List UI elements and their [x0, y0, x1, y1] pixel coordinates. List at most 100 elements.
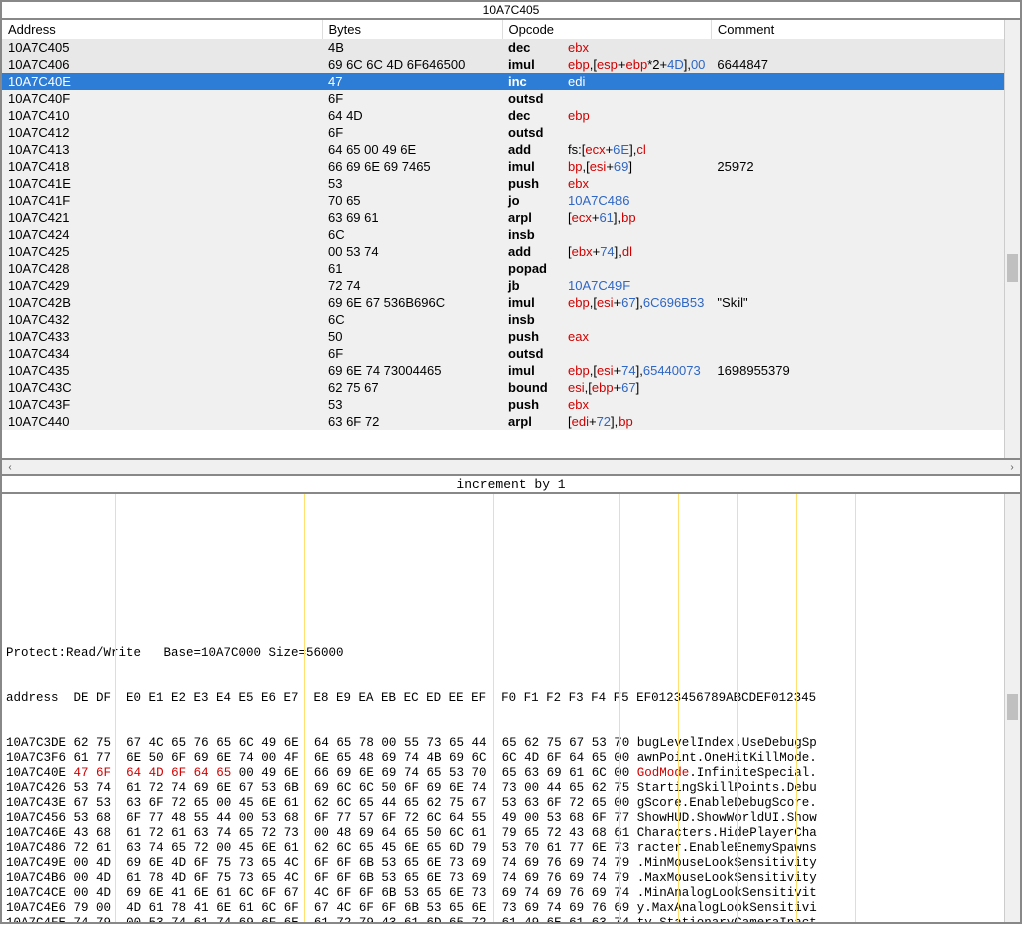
address-cell: 10A7C42B	[2, 294, 322, 311]
comment-cell	[711, 396, 1020, 413]
args-cell: [ecx+61],bp	[562, 209, 711, 226]
address-cell: 10A7C424	[2, 226, 322, 243]
disasm-row[interactable]: 10A7C4054Bdecebx	[2, 39, 1020, 56]
comment-cell: 1698955379	[711, 362, 1020, 379]
hex-pane[interactable]: Protect:Read/Write Base=10A7C000 Size=56…	[1, 493, 1021, 923]
comment-cell	[711, 175, 1020, 192]
args-cell: esi,[ebp+67]	[562, 379, 711, 396]
comment-cell	[711, 90, 1020, 107]
args-cell: eax	[562, 328, 711, 345]
hex-row[interactable]: 10A7C426 53 74 61 72 74 69 6E 67 53 6B 6…	[6, 781, 1016, 796]
disasm-row[interactable]: 10A7C41F70 65jo10A7C486	[2, 192, 1020, 209]
args-cell: ebx	[562, 396, 711, 413]
bytes-cell: 63 69 61	[322, 209, 502, 226]
disasm-row[interactable]: 10A7C42B69 6E 67 536B696Cimulebp,[esi+67…	[2, 294, 1020, 311]
disasm-row[interactable]: 10A7C4246Cinsb	[2, 226, 1020, 243]
opcode-cell: inc	[502, 73, 562, 90]
col-address[interactable]: Address	[2, 20, 322, 39]
scroll-left-icon[interactable]: ‹	[2, 459, 18, 475]
hex-row[interactable]: 10A7C43E 67 53 63 6F 72 65 00 45 6E 61 6…	[6, 796, 1016, 811]
scroll-right-icon[interactable]: ›	[1004, 459, 1020, 475]
opcode-cell: bound	[502, 379, 562, 396]
args-cell: [edi+72],bp	[562, 413, 711, 430]
args-cell: 10A7C49F	[562, 277, 711, 294]
address-cell: 10A7C434	[2, 345, 322, 362]
hex-row[interactable]: 10A7C40E 47 6F 64 4D 6F 64 65 00 49 6E 6…	[6, 766, 1016, 781]
opcode-cell: imul	[502, 294, 562, 311]
opcode-cell: add	[502, 243, 562, 260]
disasm-row[interactable]: 10A7C40E47incedi	[2, 73, 1020, 90]
args-cell	[562, 90, 711, 107]
disasm-vscrollbar[interactable]	[1004, 20, 1020, 459]
disasm-row[interactable]: 10A7C4126Foutsd	[2, 124, 1020, 141]
hex-row[interactable]: 10A7C3DE 62 75 67 4C 65 76 65 6C 49 6E 6…	[6, 736, 1016, 751]
hex-row[interactable]: 10A7C4E6 79 00 4D 61 78 41 6E 61 6C 6F 6…	[6, 901, 1016, 916]
bytes-cell: 70 65	[322, 192, 502, 209]
args-cell	[562, 124, 711, 141]
bytes-cell: 64 4D	[322, 107, 502, 124]
disasm-row[interactable]: 10A7C40F6Foutsd	[2, 90, 1020, 107]
scrollbar-thumb[interactable]	[1007, 254, 1018, 282]
comment-cell	[711, 243, 1020, 260]
address-cell: 10A7C421	[2, 209, 322, 226]
disasm-row[interactable]: 10A7C43350pusheax	[2, 328, 1020, 345]
hex-row[interactable]: 10A7C49E 00 4D 69 6E 4D 6F 75 73 65 4C 6…	[6, 856, 1016, 871]
address-cell: 10A7C41E	[2, 175, 322, 192]
disasm-row[interactable]: 10A7C43569 6E 74 73004465imulebp,[esi+74…	[2, 362, 1020, 379]
disasm-row[interactable]: 10A7C41866 69 6E 69 7465imulbp,[esi+69]2…	[2, 158, 1020, 175]
disasm-row[interactable]: 10A7C4326Cinsb	[2, 311, 1020, 328]
scrollbar-thumb[interactable]	[1007, 694, 1018, 720]
disasm-row[interactable]: 10A7C41064 4Ddecebp	[2, 107, 1020, 124]
opcode-cell: add	[502, 141, 562, 158]
address-cell: 10A7C413	[2, 141, 322, 158]
hex-row[interactable]: 10A7C4B6 00 4D 61 78 4D 6F 75 73 65 4C 6…	[6, 871, 1016, 886]
bytes-cell: 61	[322, 260, 502, 277]
disasm-row[interactable]: 10A7C42163 69 61arpl[ecx+61],bp	[2, 209, 1020, 226]
opcode-cell: imul	[502, 158, 562, 175]
col-comment[interactable]: Comment	[711, 20, 1020, 39]
bytes-cell: 6C	[322, 226, 502, 243]
bytes-cell: 62 75 67	[322, 379, 502, 396]
comment-cell	[711, 73, 1020, 90]
bytes-cell: 69 6E 67 536B696C	[322, 294, 502, 311]
opcode-cell: insb	[502, 226, 562, 243]
comment-cell	[711, 192, 1020, 209]
comment-cell: 25972	[711, 158, 1020, 175]
disasm-row[interactable]: 10A7C40669 6C 6C 4D 6F646500imulebp,[esp…	[2, 56, 1020, 73]
hex-row[interactable]: 10A7C4CE 00 4D 69 6E 41 6E 61 6C 6F 67 4…	[6, 886, 1016, 901]
opcode-cell: dec	[502, 39, 562, 56]
col-opcode[interactable]: Opcode	[502, 20, 711, 39]
disasm-row[interactable]: 10A7C43C62 75 67boundesi,[ebp+67]	[2, 379, 1020, 396]
args-cell: ebp	[562, 107, 711, 124]
address-cell: 10A7C40F	[2, 90, 322, 107]
status-bar: increment by 1	[1, 475, 1021, 493]
col-bytes[interactable]: Bytes	[322, 20, 502, 39]
hex-row[interactable]: 10A7C46E 43 68 61 72 61 63 74 65 72 73 0…	[6, 826, 1016, 841]
address-cell: 10A7C405	[2, 39, 322, 56]
args-cell: edi	[562, 73, 711, 90]
hex-row[interactable]: 10A7C4FE 74 79 00 53 74 61 74 69 6F 6E 6…	[6, 916, 1016, 923]
disasm-row[interactable]: 10A7C41364 65 00 49 6Eaddfs:[ecx+6E],cl	[2, 141, 1020, 158]
disasm-row[interactable]: 10A7C43F53pushebx	[2, 396, 1020, 413]
address-cell: 10A7C428	[2, 260, 322, 277]
disasm-row[interactable]: 10A7C42861popad	[2, 260, 1020, 277]
comment-cell	[711, 226, 1020, 243]
disasm-row[interactable]: 10A7C42500 53 74add[ebx+74],dl	[2, 243, 1020, 260]
address-cell: 10A7C425	[2, 243, 322, 260]
disassembly-pane[interactable]: Address Bytes Opcode Comment 10A7C4054Bd…	[1, 19, 1021, 459]
hex-vscrollbar[interactable]	[1004, 494, 1020, 922]
bytes-cell: 4B	[322, 39, 502, 56]
disasm-row[interactable]: 10A7C44063 6F 72arpl[edi+72],bp	[2, 413, 1020, 430]
comment-cell	[711, 413, 1020, 430]
comment-cell	[711, 107, 1020, 124]
hex-row[interactable]: 10A7C3F6 61 77 6E 50 6F 69 6E 74 00 4F 6…	[6, 751, 1016, 766]
disasm-hscrollbar[interactable]: ‹ ›	[1, 459, 1021, 475]
opcode-cell: arpl	[502, 209, 562, 226]
args-cell: 10A7C486	[562, 192, 711, 209]
disasm-row[interactable]: 10A7C4346Foutsd	[2, 345, 1020, 362]
hex-row[interactable]: 10A7C456 53 68 6F 77 48 55 44 00 53 68 6…	[6, 811, 1016, 826]
disasm-row[interactable]: 10A7C41E53pushebx	[2, 175, 1020, 192]
hex-row[interactable]: 10A7C486 72 61 63 74 65 72 00 45 6E 61 6…	[6, 841, 1016, 856]
disasm-row[interactable]: 10A7C42972 74jb10A7C49F	[2, 277, 1020, 294]
comment-cell	[711, 379, 1020, 396]
